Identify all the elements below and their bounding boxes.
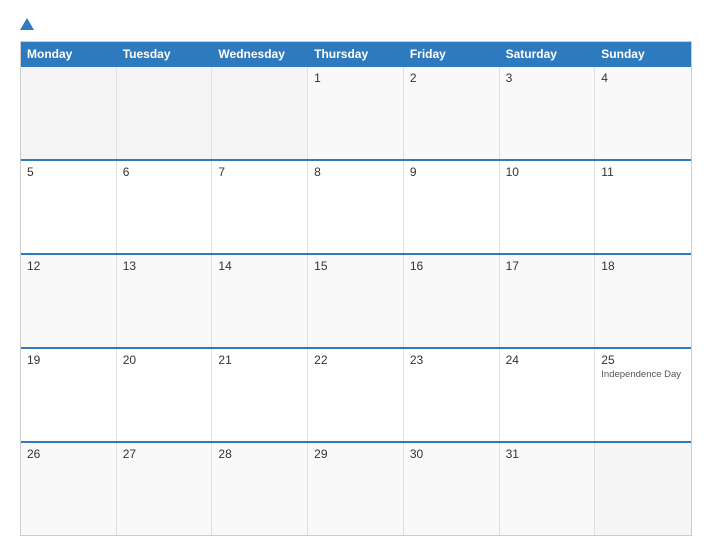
logo-triangle-icon <box>20 18 34 30</box>
calendar-cell: 25 Independence Day <box>595 349 691 441</box>
day-number: 30 <box>410 447 493 461</box>
weekday-header-sunday: Sunday <box>595 42 691 65</box>
calendar-cell: 31 <box>500 443 596 535</box>
day-number: 31 <box>506 447 589 461</box>
calendar-cell: 3 <box>500 67 596 159</box>
calendar-cell: 20 <box>117 349 213 441</box>
calendar-cell: 12 <box>21 255 117 347</box>
calendar-cell: 30 <box>404 443 500 535</box>
day-number: 15 <box>314 259 397 273</box>
logo-blue-row <box>20 18 36 31</box>
calendar-cell <box>21 67 117 159</box>
calendar-cell: 27 <box>117 443 213 535</box>
calendar-cell: 18 <box>595 255 691 347</box>
day-number: 2 <box>410 71 493 85</box>
calendar: MondayTuesdayWednesdayThursdayFridaySatu… <box>20 41 692 536</box>
weekday-header-wednesday: Wednesday <box>212 42 308 65</box>
calendar-cell: 9 <box>404 161 500 253</box>
calendar-page: MondayTuesdayWednesdayThursdayFridaySatu… <box>0 0 712 550</box>
calendar-cell: 5 <box>21 161 117 253</box>
calendar-row-2: 56789 10 11 <box>21 159 691 253</box>
weekday-header-thursday: Thursday <box>308 42 404 65</box>
day-number: 19 <box>27 353 110 367</box>
day-number: 25 <box>601 353 685 367</box>
calendar-row-1: 1234 <box>21 65 691 159</box>
day-number: 4 <box>601 71 685 85</box>
weekday-header-monday: Monday <box>21 42 117 65</box>
day-number: 20 <box>123 353 206 367</box>
calendar-cell: 22 <box>308 349 404 441</box>
calendar-cell: 19 <box>21 349 117 441</box>
day-number: 11 <box>601 165 685 179</box>
day-number: 14 <box>218 259 301 273</box>
day-number: 22 <box>314 353 397 367</box>
day-number: 21 <box>218 353 301 367</box>
day-number: 17 <box>506 259 589 273</box>
calendar-cell: 29 <box>308 443 404 535</box>
day-number: 27 <box>123 447 206 461</box>
day-number: 3 <box>506 71 589 85</box>
logo-stack <box>20 18 36 31</box>
calendar-row-4: 19 20 21 22 23 24 25 Independence Day <box>21 347 691 441</box>
calendar-cell: 7 <box>212 161 308 253</box>
calendar-cell: 1 <box>308 67 404 159</box>
day-number: 9 <box>410 165 493 179</box>
calendar-cell: 24 <box>500 349 596 441</box>
calendar-cell: 26 <box>21 443 117 535</box>
day-number: 13 <box>123 259 206 273</box>
day-number: 10 <box>506 165 589 179</box>
day-number: 24 <box>506 353 589 367</box>
calendar-cell: 10 <box>500 161 596 253</box>
calendar-cell: 16 <box>404 255 500 347</box>
calendar-cell: 4 <box>595 67 691 159</box>
day-number: 18 <box>601 259 685 273</box>
calendar-cell: 11 <box>595 161 691 253</box>
calendar-cell: 2 <box>404 67 500 159</box>
calendar-header: MondayTuesdayWednesdayThursdayFridaySatu… <box>21 42 691 65</box>
weekday-header-tuesday: Tuesday <box>117 42 213 65</box>
calendar-body: 1234567891011121314151617181920212223242… <box>21 65 691 535</box>
calendar-cell: 14 <box>212 255 308 347</box>
day-number: 16 <box>410 259 493 273</box>
day-number: 12 <box>27 259 110 273</box>
day-number: 23 <box>410 353 493 367</box>
calendar-cell: 23 <box>404 349 500 441</box>
day-number: 26 <box>27 447 110 461</box>
weekday-header-friday: Friday <box>404 42 500 65</box>
weekday-header-saturday: Saturday <box>500 42 596 65</box>
header <box>20 18 692 31</box>
calendar-row-3: 12 13 14 15 16 17 18 <box>21 253 691 347</box>
calendar-cell: 21 <box>212 349 308 441</box>
calendar-cell: 8 <box>308 161 404 253</box>
logo <box>20 18 36 31</box>
day-number: 7 <box>218 165 301 179</box>
calendar-cell: 15 <box>308 255 404 347</box>
day-number: 1 <box>314 71 397 85</box>
calendar-cell: 17 <box>500 255 596 347</box>
calendar-cell <box>212 67 308 159</box>
calendar-cell <box>595 443 691 535</box>
day-number: 6 <box>123 165 206 179</box>
day-number: 29 <box>314 447 397 461</box>
event-label: Independence Day <box>601 369 685 380</box>
calendar-cell <box>117 67 213 159</box>
calendar-cell: 6 <box>117 161 213 253</box>
day-number: 8 <box>314 165 397 179</box>
day-number: 28 <box>218 447 301 461</box>
calendar-cell: 13 <box>117 255 213 347</box>
calendar-row-5: 26 27 28 29 30 31 <box>21 441 691 535</box>
day-number: 5 <box>27 165 110 179</box>
calendar-cell: 28 <box>212 443 308 535</box>
